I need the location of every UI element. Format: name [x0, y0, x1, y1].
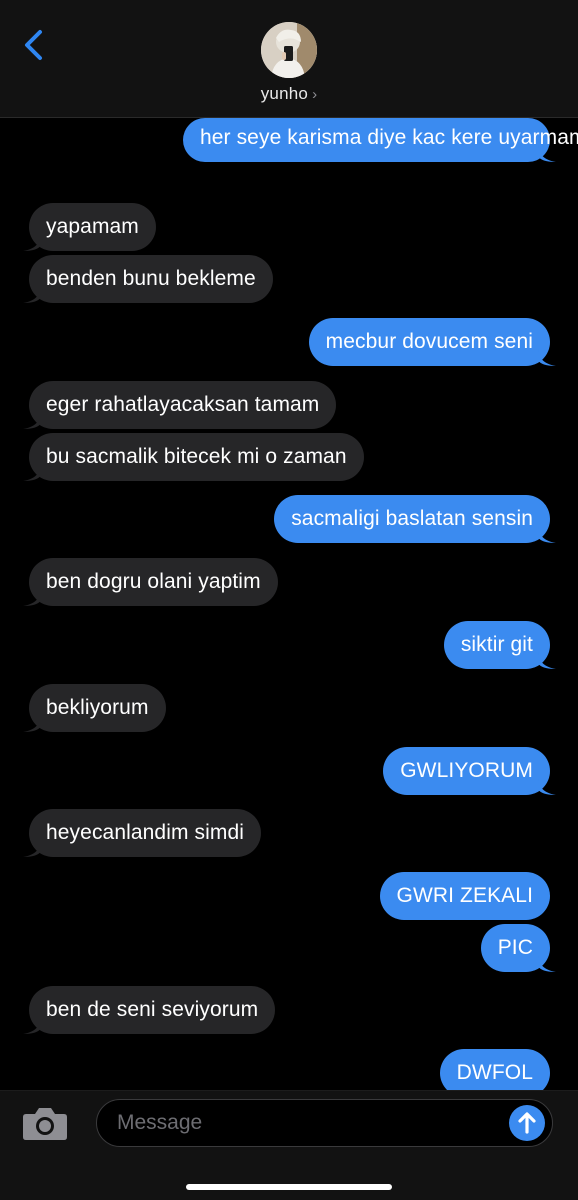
camera-button[interactable]: [22, 1106, 68, 1142]
message-bubble-incoming[interactable]: eger rahatlayacaksan tamam: [23, 381, 337, 429]
message-bubble-outgoing[interactable]: GWRI ZEKALI: [379, 872, 550, 920]
arrow-up-icon: [518, 1112, 536, 1134]
camera-icon: [23, 1108, 67, 1140]
send-button[interactable]: [509, 1105, 545, 1141]
message-bubble-incoming[interactable]: bekliyorum: [23, 684, 166, 732]
message-text: yapamam: [46, 215, 139, 238]
message-text: DWFOL: [456, 1061, 533, 1084]
message-bubble-incoming[interactable]: benden bunu bekleme: [23, 255, 273, 303]
message-bubble-incoming[interactable]: yapamam: [23, 203, 156, 251]
message-bubble-incoming[interactable]: heyecanlandim simdi: [23, 809, 261, 857]
message-bubble-outgoing[interactable]: PIC: [480, 924, 556, 972]
message-text: heyecanlandim simdi: [46, 821, 244, 844]
message-bubble-incoming[interactable]: ben dogru olani yaptim: [23, 558, 278, 606]
back-button[interactable]: [18, 26, 50, 66]
contact-name-button[interactable]: yunho ›: [0, 84, 578, 104]
message-text: benden bunu bekleme: [46, 267, 256, 290]
message-text: GWRI ZEKALI: [396, 884, 533, 907]
message-bubble-outgoing[interactable]: GWLIYORUM: [383, 747, 556, 795]
chevron-right-icon: ›: [312, 86, 318, 103]
message-text: ben dogru olani yaptim: [46, 570, 261, 593]
message-text: eger rahatlayacaksan tamam: [46, 393, 320, 416]
message-text: bekliyorum: [46, 696, 149, 719]
message-bubble-outgoing[interactable]: DWFOL: [439, 1049, 550, 1090]
message-text: PIC: [497, 936, 533, 959]
contact-name: yunho: [260, 84, 309, 103]
message-bubble-outgoing[interactable]: sacmaligi baslatan sensin: [274, 495, 556, 543]
message-thread[interactable]: her seye karisma diye kac kere uyarmam g…: [0, 0, 578, 1090]
message-text: mecbur dovucem seni: [325, 330, 533, 353]
message-text: GWLIYORUM: [400, 759, 533, 782]
avatar[interactable]: [261, 22, 317, 78]
message-text: her seye karisma diye kac kere uyarmam g…: [200, 126, 578, 149]
message-bubble-incoming[interactable]: ben de seni seviyorum: [23, 986, 276, 1034]
message-bubble-outgoing[interactable]: mecbur dovucem seni: [308, 318, 556, 366]
message-bubble-incoming[interactable]: bu sacmalik bitecek mi o zaman: [23, 433, 364, 481]
message-text: bu sacmalik bitecek mi o zaman: [46, 445, 347, 468]
message-bubble-outgoing[interactable]: siktir git: [443, 621, 556, 669]
conversation-header: yunho ›: [0, 0, 578, 118]
message-text: ben de seni seviyorum: [46, 998, 259, 1021]
message-input[interactable]: Message: [96, 1099, 553, 1147]
message-text: sacmaligi baslatan sensin: [291, 507, 533, 530]
home-indicator: [186, 1184, 392, 1190]
contact-avatar-photo: [261, 22, 317, 78]
message-bubble-outgoing[interactable]: her seye karisma diye kac kere uyarmam g…: [183, 118, 578, 162]
chevron-left-icon: [25, 30, 42, 60]
message-input-placeholder: Message: [117, 1111, 203, 1134]
message-text: siktir git: [460, 633, 533, 656]
message-composer: Message: [0, 1090, 578, 1200]
